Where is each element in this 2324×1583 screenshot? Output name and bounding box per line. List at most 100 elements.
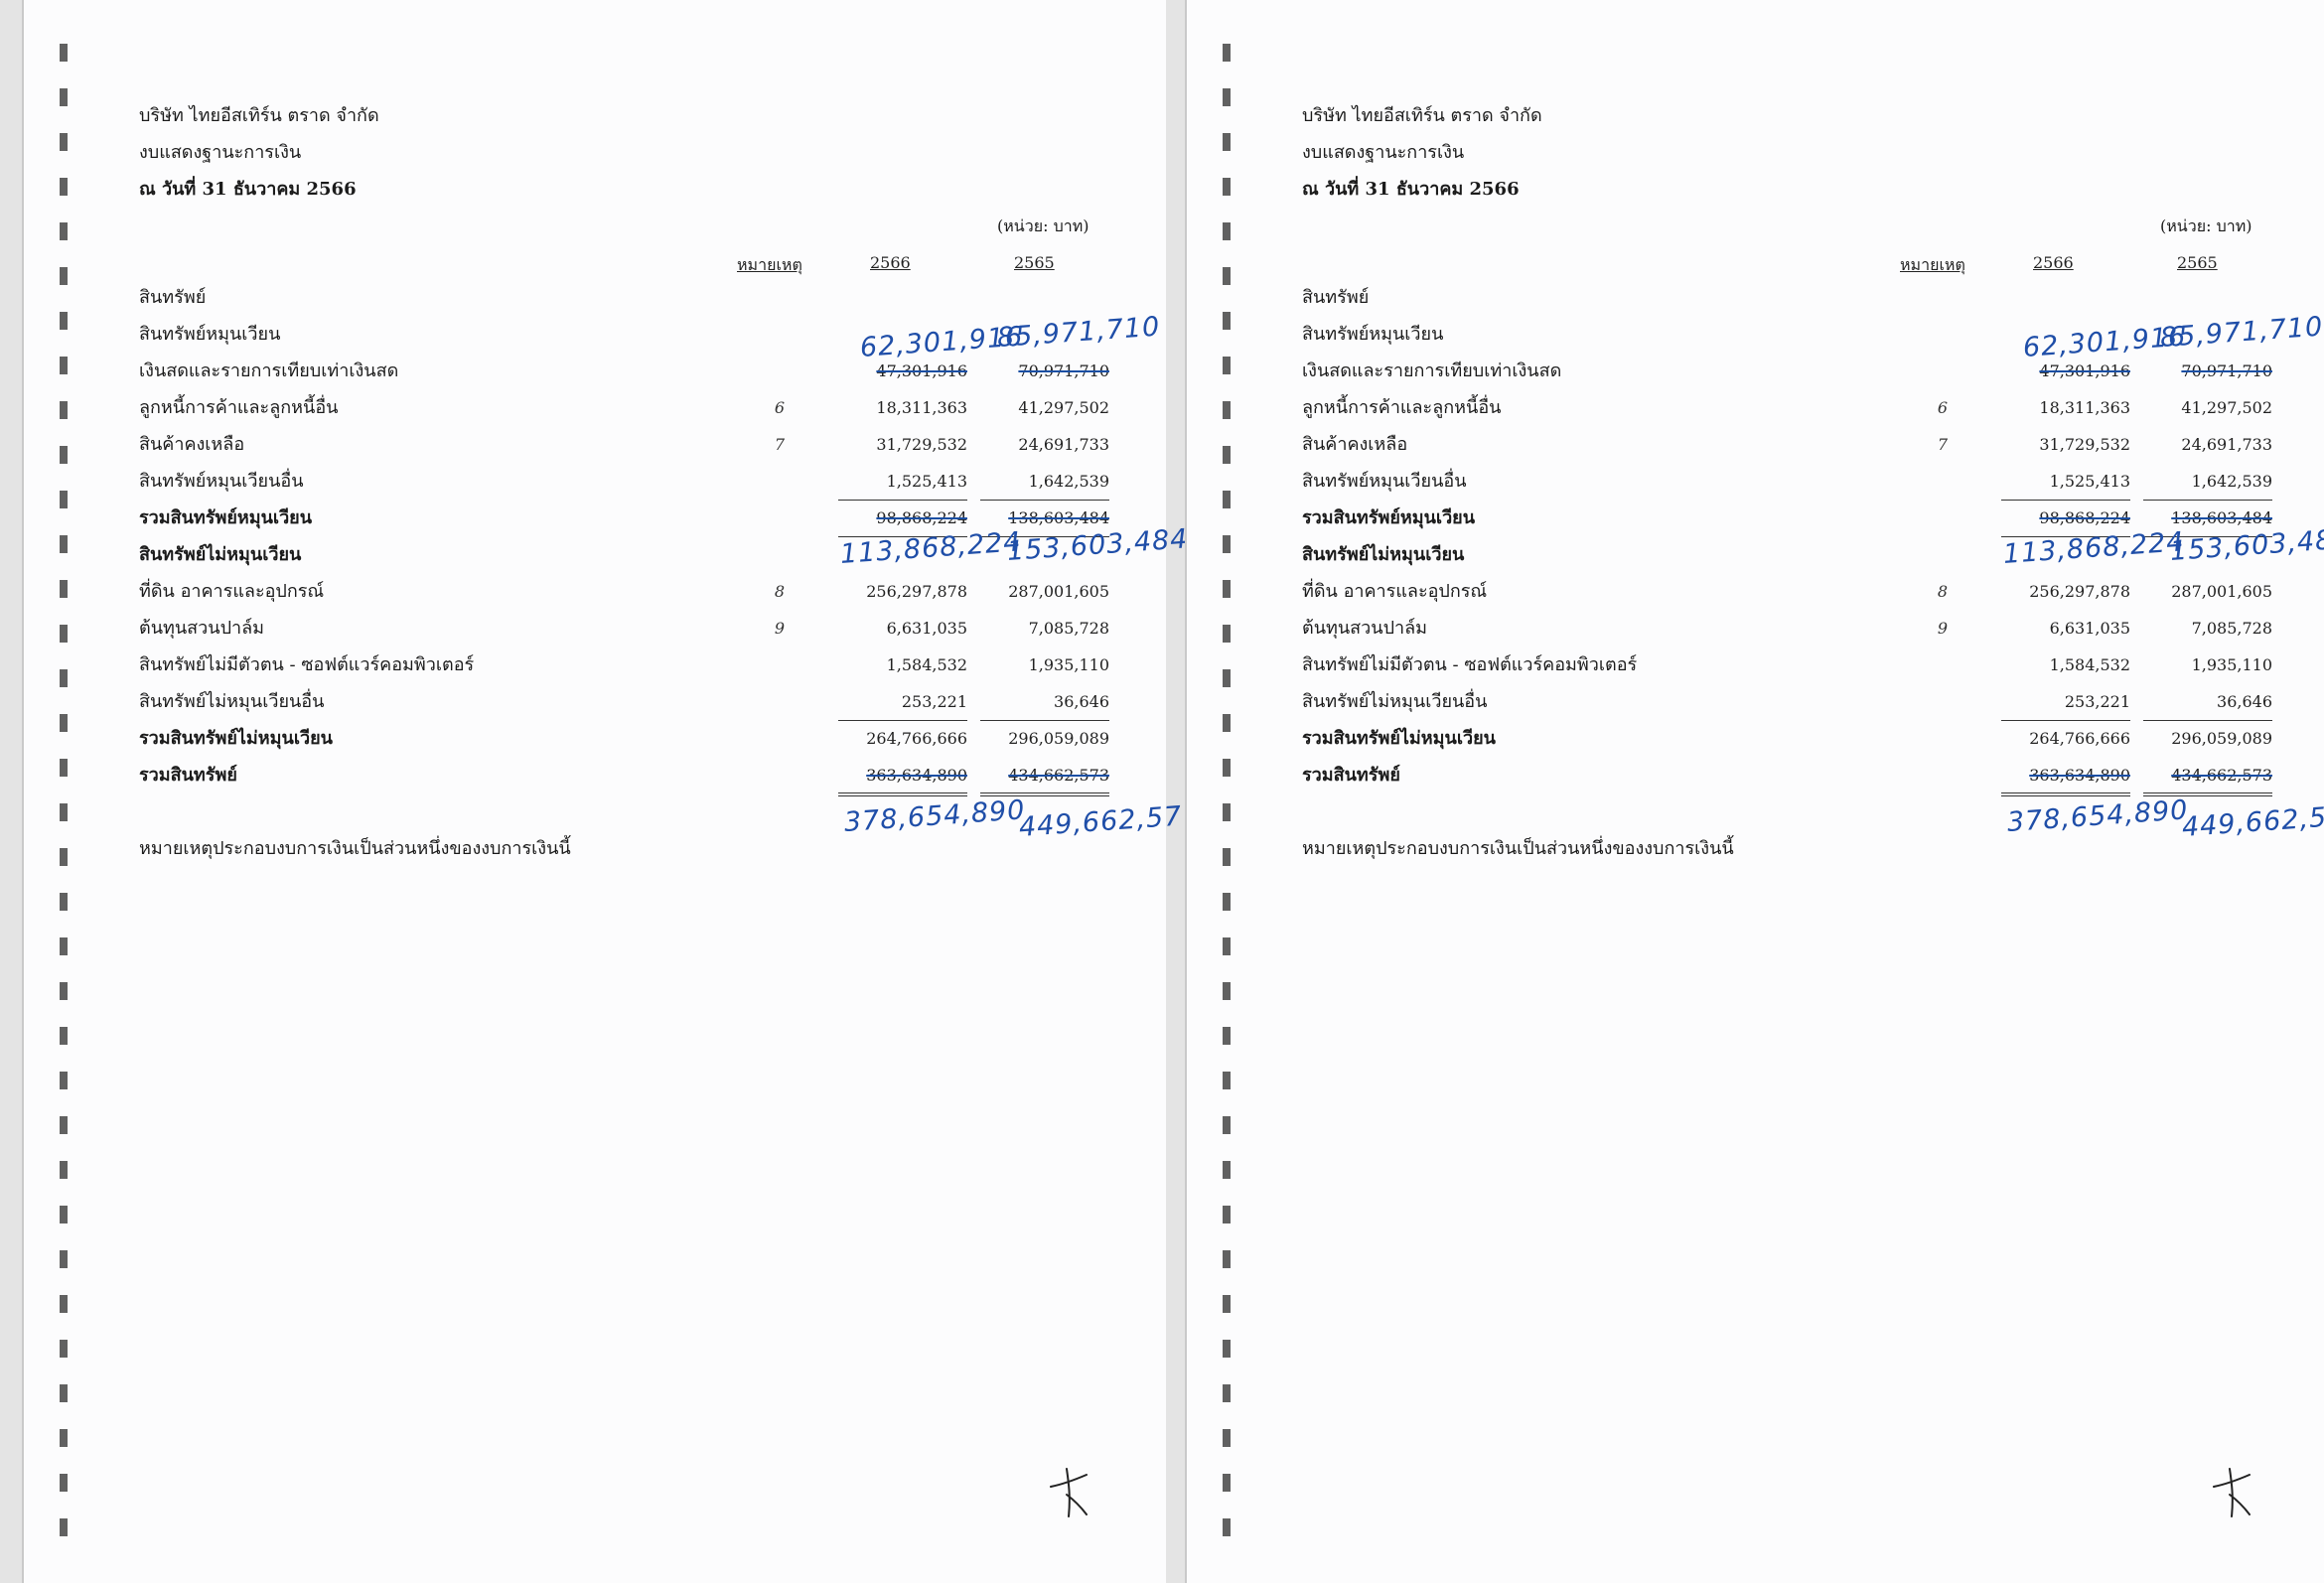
row-label: สินทรัพย์หมุนเวียน	[139, 324, 281, 345]
row-label: ต้นทุนสวนปาล์ม	[139, 618, 264, 639]
value-2566: 6,631,035	[886, 619, 967, 638]
value-2566: 253,221	[2064, 692, 2130, 711]
value-2566: 363,634,890	[2029, 766, 2130, 785]
value-2566: 31,729,532	[876, 435, 967, 454]
statement-title: งบแสดงฐานะการเงิน	[139, 142, 302, 163]
statement-date: ณ วันที่ 31 ธันวาคม 2566	[139, 179, 357, 200]
value-2566: 253,221	[901, 692, 967, 711]
value-2566: 256,297,878	[2029, 582, 2130, 601]
value-2565: 24,691,733	[1018, 435, 1109, 454]
statement-date: ณ วันที่ 31 ธันวาคม 2566	[1302, 179, 1520, 200]
subtotal-rule	[2143, 500, 2272, 501]
unit-label: (หน่วย: บาท)	[2160, 216, 2252, 235]
subtotal-rule	[838, 500, 967, 501]
value-2566: 47,301,916	[876, 361, 967, 380]
row-label: ลูกหนี้การค้าและลูกหนี้อื่น	[139, 397, 339, 418]
footer-note: หมายเหตุประกอบงบการเงินเป็นส่วนหนึ่งของง…	[1302, 838, 1734, 859]
company-name: บริษัท ไทยอีสเทิร์น ตราด จำกัด	[1302, 105, 1542, 126]
row-label: สินทรัพย์	[1302, 287, 1370, 308]
value-2566: 1,525,413	[2049, 472, 2130, 491]
footer-note: หมายเหตุประกอบงบการเงินเป็นส่วนหนึ่งของง…	[139, 838, 571, 859]
row-label: สินทรัพย์ไม่มีตัวตน - ซอฟต์แวร์คอมพิวเตอ…	[1302, 654, 1638, 675]
value-2566: 18,311,363	[2039, 398, 2130, 417]
row-label: ที่ดิน อาคารและอุปกรณ์	[1302, 581, 1488, 602]
value-2566: 1,584,532	[2049, 655, 2130, 674]
note-ref: 9	[774, 619, 786, 638]
value-2565: 36,646	[1054, 692, 1109, 711]
row-label: สินค้าคงเหลือ	[139, 434, 245, 455]
row-label: เงินสดและรายการเทียบเท่าเงินสด	[1302, 360, 1562, 381]
row-label: ที่ดิน อาคารและอุปกรณ์	[139, 581, 325, 602]
col-head-2565: 2565	[1014, 253, 1055, 272]
handwritten-cash-2565: 85,971,710	[2158, 311, 2324, 354]
value-2565: 36,646	[2217, 692, 2272, 711]
subtotal-rule	[2001, 720, 2130, 721]
unit-label: (หน่วย: บาท)	[997, 216, 1089, 235]
statement-title: งบแสดงฐานะการเงิน	[1302, 142, 1465, 163]
value-2566: 6,631,035	[2049, 619, 2130, 638]
value-2565: 24,691,733	[2181, 435, 2272, 454]
row-label: ลูกหนี้การค้าและลูกหนี้อื่น	[1302, 397, 1502, 418]
col-head-2566: 2566	[870, 253, 911, 272]
value-2565: 1,642,539	[2191, 472, 2272, 491]
col-head-note: หมายเหตุ	[1900, 255, 1965, 274]
binding-holes	[1223, 30, 1231, 1559]
row-label: รวมสินทรัพย์	[139, 765, 237, 786]
value-2565: 1,642,539	[1028, 472, 1109, 491]
total-double-rule	[2001, 792, 2130, 796]
value-2565: 434,662,573	[2171, 766, 2272, 785]
value-2566: 1,584,532	[886, 655, 967, 674]
handwritten-total-2565: 449,662,57	[1017, 800, 1184, 843]
note-ref: 8	[1937, 582, 1949, 601]
value-2566: 18,311,363	[876, 398, 967, 417]
row-label: สินทรัพย์หมุนเวียนอื่น	[1302, 471, 1467, 492]
row-label: รวมสินทรัพย์ไม่หมุนเวียน	[139, 728, 333, 749]
col-head-2565: 2565	[2177, 253, 2218, 272]
subtotal-rule	[980, 720, 1109, 721]
value-2565: 1,935,110	[2191, 655, 2272, 674]
row-label: สินทรัพย์ไม่หมุนเวียน	[139, 544, 302, 565]
subtotal-rule	[838, 720, 967, 721]
note-ref: 9	[1937, 619, 1949, 638]
value-2566: 1,525,413	[886, 472, 967, 491]
note-ref: 7	[774, 435, 786, 454]
value-2565: 1,935,110	[1028, 655, 1109, 674]
row-label: สินทรัพย์หมุนเวียนอื่น	[139, 471, 304, 492]
row-label: สินทรัพย์ไม่มีตัวตน - ซอฟต์แวร์คอมพิวเตอ…	[139, 654, 475, 675]
value-2566: 264,766,666	[866, 729, 967, 748]
initials-signature	[2213, 1468, 2251, 1517]
row-label: สินค้าคงเหลือ	[1302, 434, 1408, 455]
value-2565: 7,085,728	[1028, 619, 1109, 638]
row-label: สินทรัพย์ไม่หมุนเวียนอื่น	[1302, 691, 1488, 712]
handwritten-total-2565: 449,662,57	[2180, 800, 2324, 843]
value-2566: 31,729,532	[2039, 435, 2130, 454]
note-ref: 8	[774, 582, 786, 601]
value-2566: 47,301,916	[2039, 361, 2130, 380]
value-2566: 98,868,224	[2039, 508, 2130, 527]
value-2565: 434,662,573	[1008, 766, 1109, 785]
row-label: เงินสดและรายการเทียบเท่าเงินสด	[139, 360, 399, 381]
value-2566: 264,766,666	[2029, 729, 2130, 748]
value-2565: 287,001,605	[2171, 582, 2272, 601]
total-double-rule	[838, 792, 967, 796]
subtotal-rule	[980, 500, 1109, 501]
note-ref: 6	[1937, 398, 1949, 417]
handwritten-cash-2565: 85,971,710	[995, 311, 1162, 354]
row-label: รวมสินทรัพย์ไม่หมุนเวียน	[1302, 728, 1496, 749]
subtotal-rule	[2143, 720, 2272, 721]
value-2565: 296,059,089	[1008, 729, 1109, 748]
handwritten-total-2566: 378,654,890	[2005, 794, 2190, 838]
row-label: สินทรัพย์ไม่หมุนเวียน	[1302, 544, 1465, 565]
row-label: รวมสินทรัพย์หมุนเวียน	[1302, 507, 1476, 528]
note-ref: 7	[1937, 435, 1949, 454]
value-2565: 296,059,089	[2171, 729, 2272, 748]
handwritten-total-2566: 378,654,890	[842, 794, 1027, 838]
binding-holes	[60, 30, 68, 1559]
document-page-left: บริษัท ไทยอีสเทิร์น ตราด จำกัด งบแสดงฐาน…	[22, 0, 1189, 1583]
row-label: รวมสินทรัพย์หมุนเวียน	[139, 507, 313, 528]
initials-signature	[1050, 1468, 1088, 1517]
subtotal-rule	[2001, 500, 2130, 501]
value-2565: 70,971,710	[1018, 361, 1109, 380]
value-2565: 41,297,502	[1018, 398, 1109, 417]
value-2565: 7,085,728	[2191, 619, 2272, 638]
